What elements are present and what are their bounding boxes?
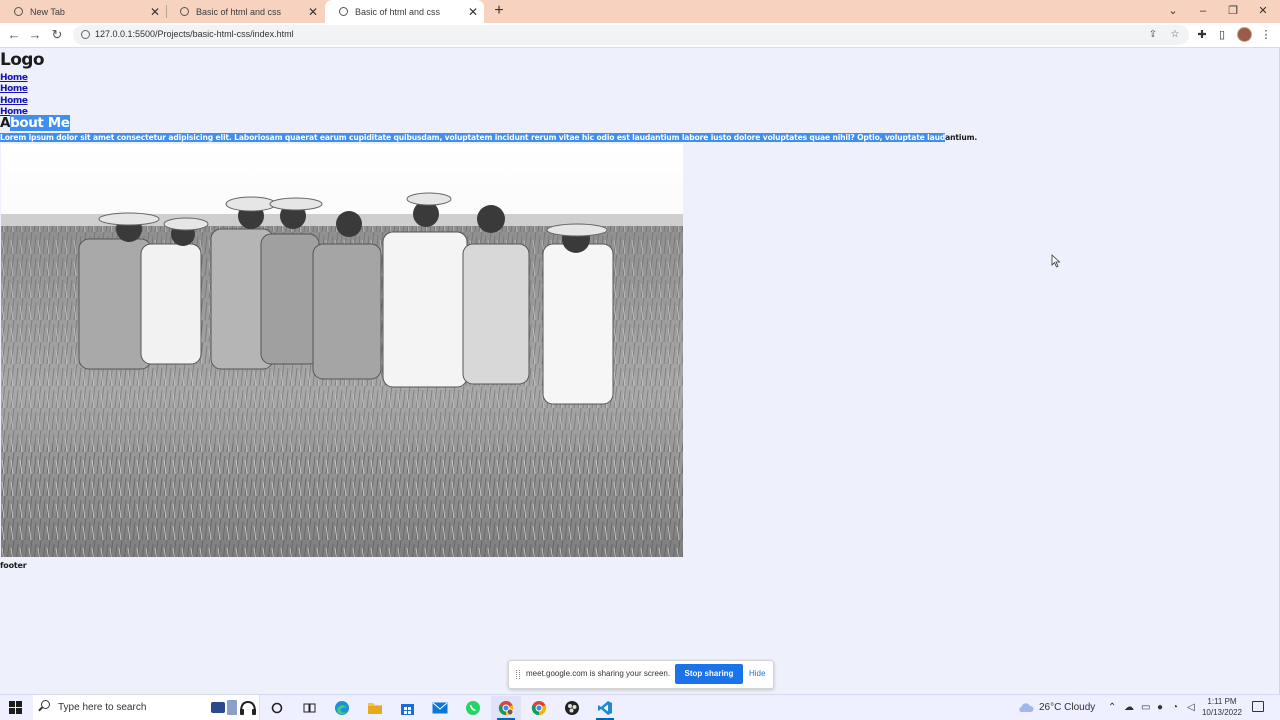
search-highlight-icon: [211, 700, 256, 715]
tab-close-icon[interactable]: ✕: [306, 5, 320, 19]
about-heading-first-letter: A: [0, 115, 11, 131]
profile-avatar[interactable]: [1237, 27, 1252, 42]
page-logo: Logo: [0, 50, 45, 70]
globe-favicon-icon: [180, 7, 189, 16]
bookmark-star-icon[interactable]: ☆: [1168, 28, 1182, 42]
edge-icon[interactable]: [327, 696, 357, 720]
search-placeholder: Type here to search: [58, 702, 147, 713]
minimize-icon[interactable]: –: [1188, 0, 1218, 23]
side-panel-icon[interactable]: ▯: [1215, 28, 1229, 42]
chrome-favicon-icon: [14, 7, 23, 16]
stop-sharing-button[interactable]: Stop sharing: [675, 664, 743, 684]
cortana-icon[interactable]: [262, 696, 292, 720]
paragraph-selected-text: Lorem ipsum dolor sit amet consectetur a…: [0, 133, 946, 142]
store-icon[interactable]: [392, 696, 422, 720]
share-icon[interactable]: ⇪: [1146, 28, 1160, 42]
page-footer: footer: [0, 561, 27, 570]
tab-title: Basic of html and css: [355, 6, 441, 17]
tab-new-tab[interactable]: New Tab ✕: [0, 0, 166, 23]
page-nav: Home Home Home Home: [0, 70, 28, 117]
globe-favicon-icon: [339, 7, 348, 16]
mouse-cursor-icon: [1051, 254, 1061, 268]
new-tab-plus-icon[interactable]: +: [492, 2, 506, 20]
tray-chevron-icon[interactable]: ⌃: [1108, 695, 1116, 720]
notification-center-icon[interactable]: [1252, 701, 1264, 712]
share-message: meet.google.com is sharing your screen.: [526, 669, 671, 678]
site-info-icon[interactable]: [81, 30, 90, 39]
chrome-profile-icon[interactable]: [491, 696, 521, 720]
drag-handle-icon[interactable]: [516, 670, 520, 679]
clock-time: 1:11 PM: [1207, 697, 1237, 706]
tab-close-icon[interactable]: ✕: [148, 5, 162, 19]
back-arrow-icon[interactable]: ←: [5, 26, 23, 44]
paragraph-rest-text: antium.: [945, 133, 978, 142]
file-explorer-icon[interactable]: [360, 696, 390, 720]
tab-search-chevron-icon[interactable]: ⌄: [1158, 0, 1188, 23]
mail-icon[interactable]: [425, 696, 455, 720]
tab-basic-html-css-active[interactable]: Basic of html and css ✕: [325, 0, 484, 23]
microphone-icon[interactable]: ●: [1157, 695, 1163, 720]
about-paragraph: Lorem ipsum dolor sit amet consectetur a…: [0, 132, 1000, 143]
tab-basic-html-css[interactable]: Basic of html and css ✕: [166, 0, 324, 23]
screen-share-bar: meet.google.com is sharing your screen. …: [508, 660, 774, 689]
url-text[interactable]: 127.0.0.1:5500/Projects/basic-html-css/i…: [95, 29, 294, 39]
vscode-icon[interactable]: [590, 696, 620, 720]
about-heading: About Me: [0, 115, 70, 131]
address-bar[interactable]: 127.0.0.1:5500/Projects/basic-html-css/i…: [73, 25, 1189, 45]
farmers-wheat-field-photo: [1, 144, 683, 557]
page-viewport: Logo Home Home Home Home About Me Lorem …: [0, 48, 1280, 694]
taskbar-search-box[interactable]: Type here to search: [33, 695, 260, 720]
restore-icon[interactable]: ❐: [1218, 0, 1248, 23]
browser-toolbar: ← → ↻ 127.0.0.1:5500/Projects/basic-html…: [0, 23, 1280, 48]
chrome-icon[interactable]: [524, 696, 554, 720]
onedrive-cloud-icon[interactable]: ☁: [1124, 695, 1134, 720]
windows-start-icon[interactable]: [9, 701, 22, 714]
obs-icon[interactable]: [557, 696, 587, 720]
reload-icon[interactable]: ↻: [48, 26, 66, 44]
tab-title: Basic of html and css: [196, 6, 282, 17]
volume-icon[interactable]: ◁: [1187, 695, 1195, 720]
whatsapp-icon[interactable]: [458, 696, 488, 720]
taskbar-clock[interactable]: 1:11 PM 10/13/2022: [1196, 696, 1248, 718]
task-view-icon[interactable]: [294, 696, 324, 720]
windows-taskbar: Type here to search 26°C Cloudy ⌃ ☁ ▭ ● …: [0, 694, 1280, 720]
extensions-puzzle-icon[interactable]: ✚: [1195, 28, 1209, 42]
weather-text[interactable]: 26°C Cloudy: [1039, 695, 1095, 720]
hide-button[interactable]: Hide: [749, 669, 765, 678]
weather-cloud-icon[interactable]: [1018, 695, 1034, 720]
about-heading-selected: bout Me: [10, 115, 70, 131]
tab-strip: New Tab ✕ Basic of html and css ✕ Basic …: [0, 0, 1280, 23]
search-icon: [41, 700, 50, 709]
tab-title: New Tab: [30, 6, 65, 17]
clock-date: 10/13/2022: [1201, 708, 1243, 717]
battery-icon[interactable]: ▭: [1141, 695, 1150, 720]
more-menu-icon[interactable]: ⋮: [1259, 28, 1273, 42]
close-window-icon[interactable]: ✕: [1248, 0, 1278, 23]
wifi-icon[interactable]: ◔: [1172, 695, 1178, 720]
forward-arrow-icon[interactable]: →: [26, 26, 44, 44]
tab-close-icon[interactable]: ✕: [466, 5, 480, 19]
